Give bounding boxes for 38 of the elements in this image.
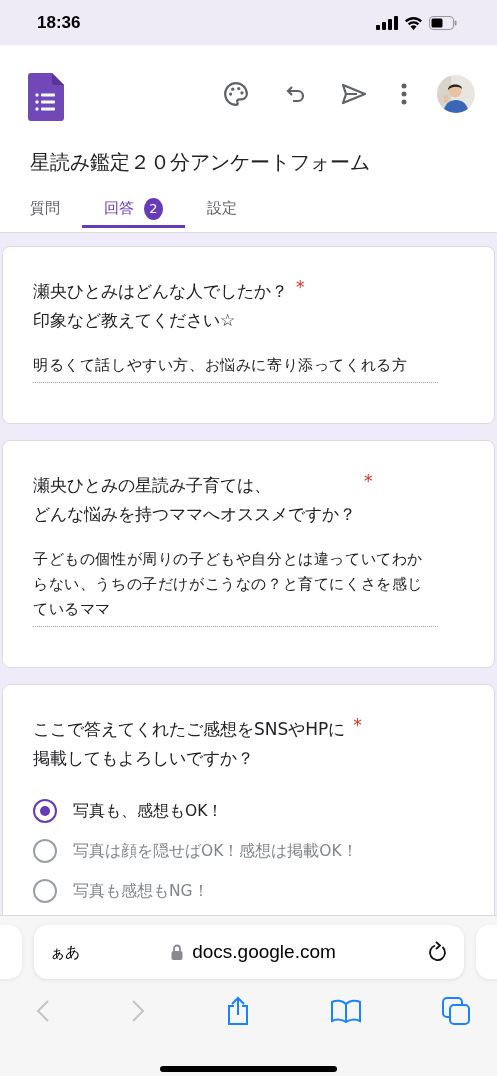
count-badge: 2 — [144, 197, 163, 220]
forms-logo-icon[interactable] — [28, 73, 64, 121]
question-text: 掲載してもよろしいですか？ — [33, 747, 255, 770]
status-time: 18:36 — [37, 12, 81, 33]
battery-icon — [429, 15, 457, 30]
palette-icon[interactable] — [223, 81, 249, 107]
form-title: 星読み鑑定２０分アンケートフォーム — [30, 149, 371, 176]
answer-text: 明るくて話しやすい方、お悩みに寄り添ってくれる方 — [33, 353, 438, 383]
option-label: 写真も、感想もOK！ — [73, 800, 224, 822]
wifi-icon — [404, 15, 423, 30]
question-text: 瀬央ひとみはどんな人でしたか？ — [33, 280, 288, 303]
question-text: ここで答えてくれたご感想をSNSやHPに — [33, 718, 346, 741]
option-label: 写真は顔を隠せばOK！感想は掲載OK！ — [73, 840, 358, 862]
required-mark: * — [296, 277, 305, 297]
question-text: 印象など教えてください☆ — [33, 309, 237, 332]
more-icon[interactable] — [401, 83, 407, 105]
url-text: docs.google.com — [192, 941, 336, 963]
radio-button[interactable] — [33, 839, 57, 863]
text-size-button[interactable]: ぁあ — [49, 942, 80, 962]
required-mark: * — [364, 471, 373, 491]
book-icon[interactable] — [330, 999, 361, 1023]
question-text: 瀬央ひとみの星読み子育ては、 — [33, 474, 272, 497]
option-label: 写真も感想もNG！ — [73, 880, 209, 902]
tabs-icon[interactable] — [441, 997, 470, 1025]
question-text: どんな悩みを持つママへオススメですか？ — [33, 503, 356, 526]
tab[interactable]: 回答 2 — [82, 192, 185, 228]
radio-button[interactable] — [33, 879, 57, 903]
address-bar[interactable]: ぁあ docs.google.com — [33, 925, 464, 979]
radio-button[interactable] — [33, 799, 57, 823]
share-icon[interactable] — [225, 996, 250, 1026]
tab[interactable]: 質問 — [8, 192, 82, 228]
signal-icon — [376, 15, 398, 30]
answer-text: 子どもの個性が周りの子どもや自分とは違っていてわからない、うちの子だけがこうなの？と育てにくさを感じているママ — [33, 547, 438, 627]
tab[interactable]: 設定 — [185, 192, 259, 228]
required-mark: * — [353, 715, 362, 735]
send-icon[interactable] — [341, 82, 367, 106]
reload-icon[interactable] — [427, 941, 448, 963]
lock-icon — [171, 944, 184, 960]
